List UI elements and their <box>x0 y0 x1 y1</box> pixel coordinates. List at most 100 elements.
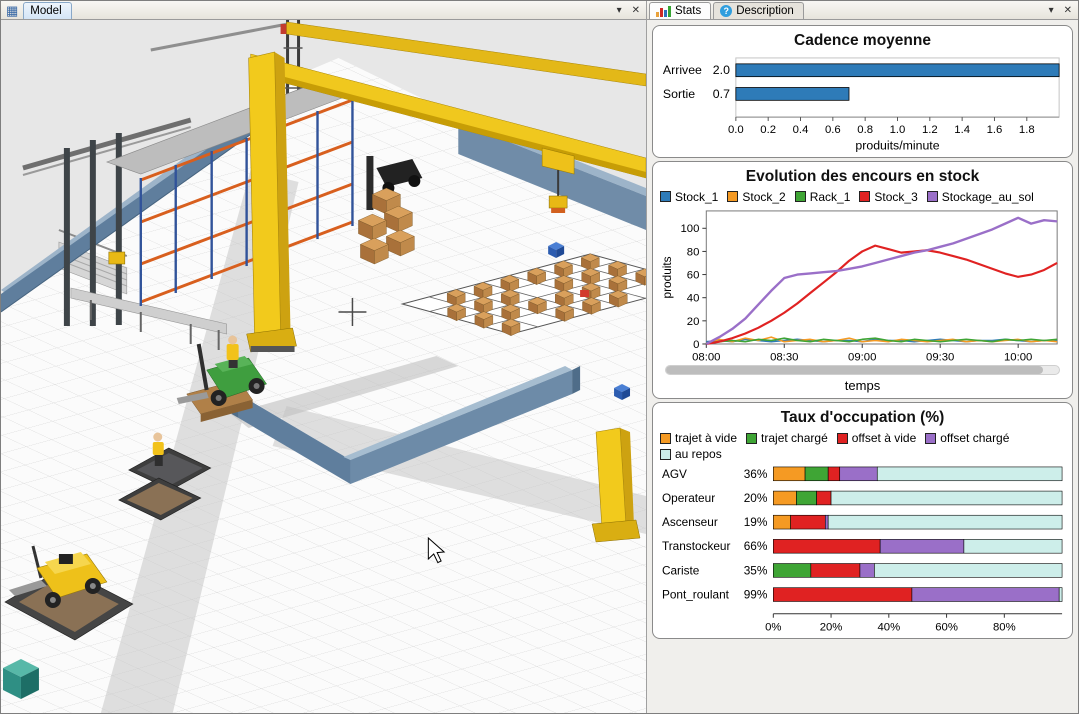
occupation-chart: AGV36%Operateur20%Ascenseur19%Transtocke… <box>657 463 1068 635</box>
3d-viewport[interactable] <box>1 20 646 713</box>
encours-chart: 02040608010008:0008:3009:0009:3010:00pro… <box>657 206 1068 364</box>
legend-label: au repos <box>675 447 722 461</box>
legend-swatch <box>660 449 671 460</box>
model-pane: ▦ Model ▾ ✕ <box>1 1 647 713</box>
bar-segment <box>773 515 790 529</box>
bar-segment <box>773 588 912 602</box>
bar-value-label: 2.0 <box>713 63 730 77</box>
legend-swatch <box>925 433 936 444</box>
bar-segment-idle <box>877 467 1062 481</box>
bar-segment-idle <box>964 540 1062 554</box>
bar-segment-idle <box>1059 588 1062 602</box>
red-item <box>580 290 589 297</box>
3d-scene <box>1 20 646 713</box>
bar-category-label: Arrivee <box>663 63 702 77</box>
legend-swatch <box>837 433 848 444</box>
y-axis-title: produits <box>660 256 674 298</box>
x-tick-label: 0.2 <box>760 124 776 136</box>
bar-segment <box>828 467 840 481</box>
stats-close-icon[interactable]: ✕ <box>1060 2 1076 19</box>
row-value: 36% <box>744 467 768 481</box>
bar-segment <box>773 491 796 505</box>
x-tick-label: 0.6 <box>825 124 841 136</box>
row-label: Ascenseur <box>662 515 718 529</box>
y-tick-label: 80 <box>687 246 700 258</box>
bar-segment <box>811 564 860 578</box>
bar-segment <box>773 540 880 554</box>
x-axis-title: produits/minute <box>855 139 939 153</box>
model-menu-icon[interactable]: ▾ <box>613 2 626 19</box>
model-tab-label: Model <box>30 5 61 17</box>
cadence-panel: Cadence moyenne Arrivee2.0Sortie0.70.00.… <box>652 25 1073 158</box>
y-tick-label: 100 <box>680 223 699 235</box>
model-close-icon[interactable]: ✕ <box>628 2 644 19</box>
legend-swatch <box>746 433 757 444</box>
legend-swatch <box>660 433 671 444</box>
legend-swatch <box>859 191 870 202</box>
stats-panels: Cadence moyenne Arrivee2.0Sortie0.70.00.… <box>647 20 1078 713</box>
legend-item: Stock_1 <box>660 190 718 204</box>
bar-segment <box>796 491 816 505</box>
bar-segment <box>805 467 828 481</box>
encours-panel: Evolution des encours en stock Stock_1 St… <box>652 161 1073 400</box>
tab-model[interactable]: Model <box>23 2 71 19</box>
app-icon: ▦ <box>3 2 21 19</box>
x-tick-label: 1.6 <box>987 124 1003 136</box>
legend-item: offset à vide <box>837 431 917 445</box>
x-tick-label: 10:00 <box>1004 351 1032 363</box>
bar-segment <box>860 564 874 578</box>
x-tick-label: 0.8 <box>857 124 873 136</box>
row-label: Cariste <box>662 564 700 578</box>
legend-item: au repos <box>660 447 722 461</box>
legend-label: Rack_1 <box>810 190 851 204</box>
y-tick-label: 20 <box>687 315 700 327</box>
row-label: AGV <box>662 467 687 481</box>
x-tick-label: 20% <box>820 622 843 634</box>
bar-segment-idle <box>831 491 1062 505</box>
legend-item: Stock_3 <box>859 190 917 204</box>
bar-segment <box>773 564 811 578</box>
x-tick-label: 0% <box>765 622 781 634</box>
legend-item: Stock_2 <box>727 190 785 204</box>
y-tick-label: 40 <box>687 292 700 304</box>
row-value: 20% <box>744 491 768 505</box>
x-tick-label: 08:00 <box>692 351 720 363</box>
bar-category-label: Sortie <box>663 87 695 101</box>
legend-label: Stock_2 <box>742 190 785 204</box>
plot-border <box>706 210 1057 343</box>
bar-segment <box>912 588 1059 602</box>
bar <box>736 64 1059 77</box>
legend-swatch <box>795 191 806 202</box>
legend-item: Stockage_au_sol <box>927 190 1034 204</box>
x-tick-label: 1.0 <box>890 124 906 136</box>
encours-xlabel: temps <box>657 377 1068 396</box>
tab-description[interactable]: ? Description <box>713 2 804 19</box>
x-tick-label: 09:00 <box>848 351 876 363</box>
bar-segment-idle <box>874 564 1062 578</box>
stats-menu-icon[interactable]: ▾ <box>1045 2 1058 19</box>
row-value: 99% <box>744 588 768 602</box>
occupation-legend: trajet à videtrajet chargéoffset à video… <box>657 431 1068 463</box>
help-icon: ? <box>720 5 732 17</box>
stats-pane: Stats ? Description ▾ ✕ Cadence moyenne … <box>647 1 1078 713</box>
stats-tab-label: Stats <box>675 5 701 17</box>
time-scrollbar[interactable] <box>665 365 1060 375</box>
x-tick-label: 80% <box>993 622 1016 634</box>
bar-segment <box>791 515 826 529</box>
bar-segment <box>773 467 805 481</box>
seat <box>59 554 73 564</box>
legend-label: Stock_1 <box>675 190 718 204</box>
x-tick-label: 40% <box>877 622 900 634</box>
x-tick-label: 0.4 <box>793 124 809 136</box>
bar-segment <box>817 491 831 505</box>
row-value: 35% <box>744 564 768 578</box>
encours-title: Evolution des encours en stock <box>657 168 1068 186</box>
time-scrollbar-thumb[interactable] <box>666 366 1043 374</box>
legend-label: offset à vide <box>852 431 917 445</box>
legend-swatch <box>927 191 938 202</box>
legend-item: offset chargé <box>925 431 1009 445</box>
x-tick-label: 1.2 <box>922 124 938 136</box>
legend-label: Stock_3 <box>874 190 917 204</box>
tab-stats[interactable]: Stats <box>649 2 711 19</box>
stats-chart-icon <box>656 6 671 17</box>
